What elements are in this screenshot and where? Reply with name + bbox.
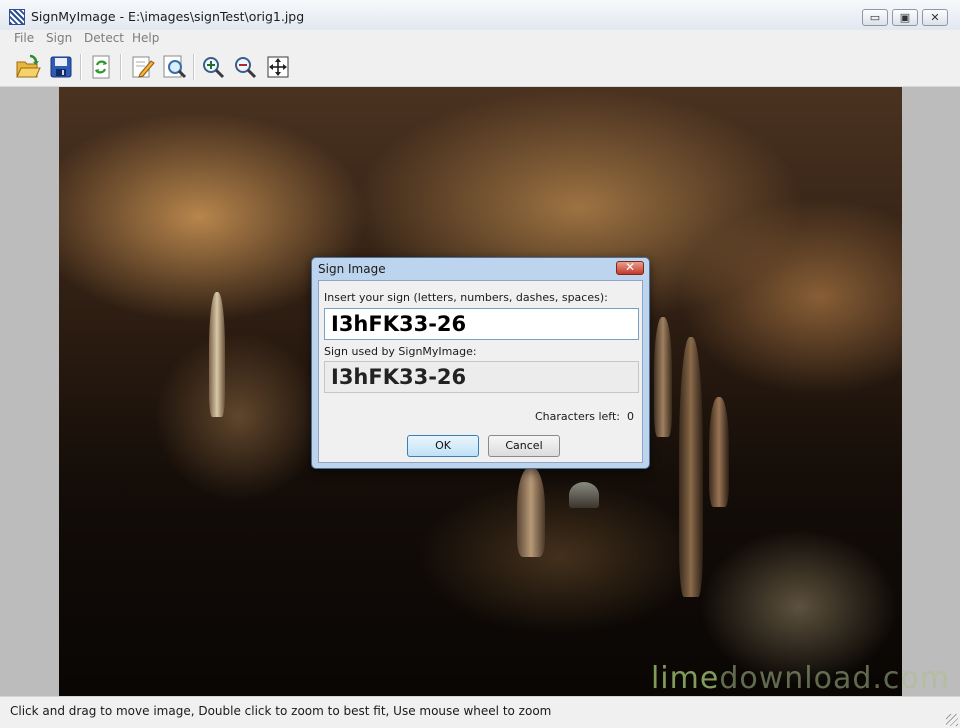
menu-detect[interactable]: Detect bbox=[84, 31, 124, 45]
characters-left-label: Characters left: bbox=[534, 410, 620, 423]
dialog-title: Sign Image bbox=[318, 262, 386, 276]
stalagmite bbox=[569, 482, 599, 508]
open-folder-icon bbox=[16, 54, 41, 78]
characters-left: Characters left: 0 bbox=[535, 410, 634, 423]
watermark-domain: download.com bbox=[719, 661, 950, 696]
save-disk-icon bbox=[50, 56, 72, 78]
insert-sign-label: Insert your sign (letters, numbers, dash… bbox=[324, 291, 608, 304]
sign-used-field: I3hFK33-26 bbox=[324, 361, 639, 393]
stalagmite bbox=[654, 317, 672, 437]
status-text: Click and drag to move image, Double cli… bbox=[10, 704, 552, 718]
maximize-button[interactable]: ▣ bbox=[892, 9, 918, 26]
ok-button[interactable]: OK bbox=[407, 435, 479, 457]
stalagmite bbox=[709, 397, 729, 507]
dialog-close-button[interactable]: ✕ bbox=[616, 260, 644, 275]
status-bar: Click and drag to move image, Double cli… bbox=[0, 696, 960, 728]
fit-to-window-button[interactable] bbox=[264, 53, 292, 81]
toolbar-separator bbox=[193, 54, 195, 80]
open-button[interactable] bbox=[14, 53, 42, 81]
detect-button[interactable] bbox=[160, 53, 188, 81]
close-icon: ✕ bbox=[624, 260, 636, 274]
stalagmite bbox=[517, 467, 545, 557]
menu-sign[interactable]: Sign bbox=[46, 31, 72, 45]
app-logo-icon bbox=[9, 9, 25, 25]
edit-sign-icon bbox=[132, 56, 155, 78]
menu-help[interactable]: Help bbox=[132, 31, 159, 45]
stalagmite bbox=[209, 292, 225, 417]
dialog-body: Insert your sign (letters, numbers, dash… bbox=[318, 280, 643, 463]
maximize-icon: ▣ bbox=[899, 11, 911, 24]
menu-file[interactable]: File bbox=[14, 31, 34, 45]
detect-sign-icon bbox=[163, 55, 187, 79]
close-button[interactable]: ✕ bbox=[922, 9, 948, 26]
toolbar bbox=[0, 48, 960, 87]
sign-button[interactable] bbox=[128, 53, 156, 81]
fit-to-window-icon bbox=[267, 56, 289, 78]
resize-grip-icon[interactable] bbox=[946, 714, 958, 726]
title-bar: SignMyImage - E:\images\signTest\orig1.j… bbox=[0, 0, 960, 31]
sign-used-label: Sign used by SignMyImage: bbox=[324, 345, 477, 358]
minimize-button[interactable]: ▭ bbox=[862, 9, 888, 26]
zoom-in-button[interactable] bbox=[199, 53, 227, 81]
window-title: SignMyImage - E:\images\signTest\orig1.j… bbox=[31, 9, 305, 24]
characters-left-value: 0 bbox=[627, 410, 634, 423]
toolbar-separator bbox=[80, 54, 82, 80]
minimize-icon: ▭ bbox=[869, 11, 881, 24]
toolbar-separator bbox=[120, 54, 122, 80]
refresh-button[interactable] bbox=[87, 53, 115, 81]
close-icon: ✕ bbox=[930, 11, 940, 24]
watermark-lime: lime bbox=[650, 661, 720, 696]
sign-input[interactable]: I3hFK33-26 bbox=[324, 308, 639, 340]
sign-image-dialog: Sign Image ✕ Insert your sign (letters, … bbox=[311, 257, 650, 469]
zoom-in-icon bbox=[203, 57, 225, 79]
menu-bar: File Sign Detect Help bbox=[0, 30, 960, 48]
zoom-out-button[interactable] bbox=[231, 53, 259, 81]
refresh-icon bbox=[92, 55, 110, 79]
save-button[interactable] bbox=[47, 53, 75, 81]
watermark: limedownload.com bbox=[651, 661, 950, 696]
zoom-out-icon bbox=[235, 57, 257, 79]
cancel-button[interactable]: Cancel bbox=[488, 435, 560, 457]
stalagmite bbox=[679, 337, 703, 597]
